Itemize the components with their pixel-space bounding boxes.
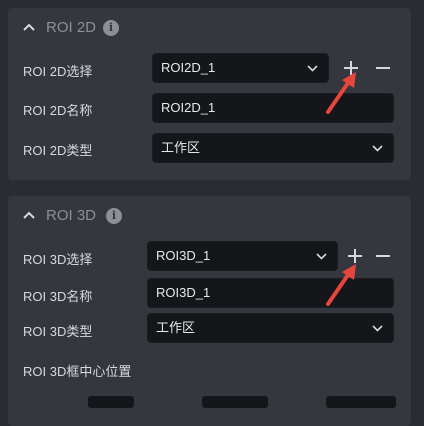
roi-2d-title: ROI 2D [46,19,97,36]
roi-3d-name-input[interactable]: ROI3D_1 [147,278,394,308]
roi-2d-panel: ROI 2D i ROI 2D选择 ROI2D_1 ROI 2D名称 ROI2D… [8,8,411,180]
roi-3d-select-label: ROI 3D选择 [23,252,93,267]
roi-2d-type-label: ROI 2D类型 [23,143,93,158]
roi-3d-type-label: ROI 3D类型 [23,324,93,339]
info-icon[interactable]: i [106,208,122,224]
roi-3d-name-label: ROI 3D名称 [23,289,93,304]
roi-2d-type-dropdown[interactable]: 工作区 [152,133,394,163]
roi-3d-select-dropdown[interactable]: ROI3D_1 [147,241,338,271]
roi-2d-section-header[interactable]: ROI 2D i [8,8,411,48]
chevron-down-icon [372,325,383,332]
roi-3d-type-dropdown[interactable]: 工作区 [147,313,394,343]
center-z-input[interactable] [326,396,396,408]
chevron-up-icon[interactable] [22,22,36,32]
add-roi-2d-button[interactable] [342,59,360,77]
chevron-up-icon[interactable] [22,210,36,220]
roi-2d-select-label: ROI 2D选择 [23,64,93,79]
roi-3d-center-label: ROI 3D框中心位置 [23,364,132,379]
roi-2d-select-dropdown[interactable]: ROI2D_1 [152,53,329,83]
roi-3d-select-value: ROI3D_1 [156,248,211,263]
roi-2d-name-value: ROI2D_1 [161,100,216,115]
remove-roi-3d-button[interactable] [374,247,392,265]
roi-2d-type-value: 工作区 [161,140,201,155]
roi-3d-section-header[interactable]: ROI 3D i [8,196,411,236]
chevron-down-icon [316,253,327,260]
roi-2d-name-label: ROI 2D名称 [23,103,93,118]
center-y-input[interactable] [202,396,268,408]
roi-3d-panel: ROI 3D i ROI 3D选择 ROI3D_1 ROI 3D名称 ROI3D… [8,196,411,426]
center-x-input[interactable] [88,396,134,408]
roi-2d-name-input[interactable]: ROI2D_1 [152,93,394,123]
remove-roi-2d-button[interactable] [374,59,392,77]
add-roi-3d-button[interactable] [346,247,364,265]
roi-3d-name-value: ROI3D_1 [156,285,211,300]
chevron-down-icon [372,145,383,152]
info-icon[interactable]: i [103,20,119,36]
roi-3d-title: ROI 3D [46,207,97,224]
chevron-down-icon [307,65,318,72]
roi-2d-select-value: ROI2D_1 [161,60,216,75]
roi-3d-type-value: 工作区 [156,320,196,335]
